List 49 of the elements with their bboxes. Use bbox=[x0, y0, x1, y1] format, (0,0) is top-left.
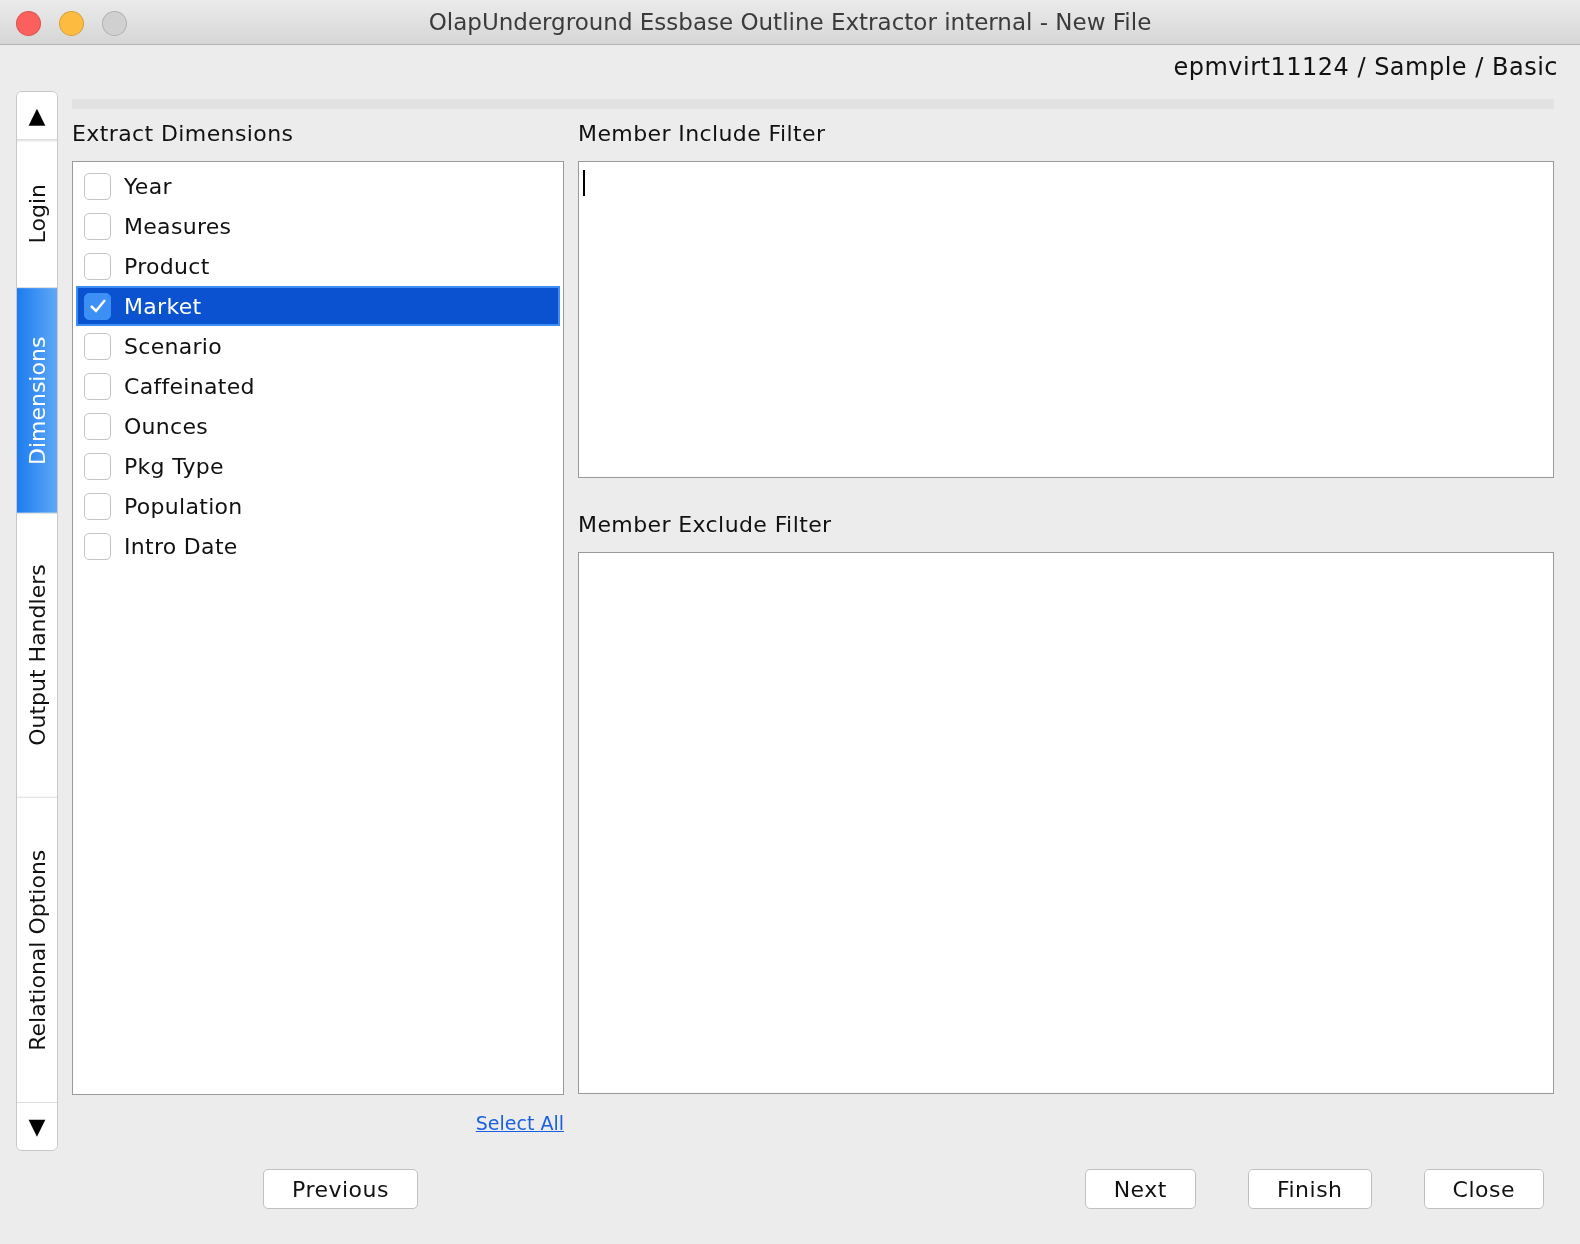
dimension-item[interactable]: Intro Date bbox=[76, 526, 560, 566]
minimize-window-icon[interactable] bbox=[59, 11, 84, 36]
dimension-item[interactable]: Measures bbox=[76, 206, 560, 246]
footer-button[interactable]: Previous bbox=[263, 1169, 418, 1209]
section-heading: Member Exclude Filter bbox=[578, 512, 833, 539]
checkbox[interactable] bbox=[84, 452, 111, 480]
section-heading: Extract Dimensions bbox=[72, 121, 295, 148]
scroll-up-button[interactable]: ▲ bbox=[17, 92, 57, 140]
text-cursor bbox=[583, 170, 585, 196]
dimension-item[interactable]: Pkg Type bbox=[76, 446, 560, 486]
checkbox[interactable] bbox=[84, 412, 111, 440]
window-title: OlapUnderground Essbase Outline Extractor internal - New File bbox=[427, 9, 1153, 35]
dimension-item[interactable]: Year bbox=[76, 166, 560, 206]
dimension-item[interactable]: Population bbox=[76, 486, 560, 526]
dimension-label: Pkg Type bbox=[124, 453, 224, 479]
dimension-label: Market bbox=[124, 293, 202, 319]
checkbox[interactable] bbox=[84, 172, 111, 200]
dimension-item[interactable]: Caffeinated bbox=[76, 366, 560, 406]
checkbox[interactable] bbox=[84, 492, 111, 520]
scroll-down-button[interactable]: ▼ bbox=[17, 1102, 57, 1150]
select-all-link[interactable]: Select All bbox=[475, 1112, 564, 1134]
checkbox[interactable] bbox=[84, 532, 111, 560]
footer-button[interactable]: Finish bbox=[1247, 1169, 1372, 1209]
checkbox[interactable] bbox=[84, 372, 111, 400]
dimension-label: Ounces bbox=[124, 413, 209, 439]
dimension-label: Scenario bbox=[124, 333, 223, 359]
section-heading: Member Include Filter bbox=[578, 121, 827, 148]
footer-button[interactable]: Close bbox=[1423, 1169, 1544, 1209]
exclude-filter-field[interactable] bbox=[578, 552, 1554, 1094]
checkbox[interactable] bbox=[84, 332, 111, 360]
dimension-item[interactable]: Market bbox=[76, 286, 560, 326]
dimension-label: Measures bbox=[124, 213, 232, 239]
dimension-label: Intro Date bbox=[124, 533, 238, 559]
checkbox[interactable] bbox=[84, 212, 111, 240]
dimension-item[interactable]: Scenario bbox=[76, 326, 560, 366]
dimension-label: Product bbox=[124, 253, 210, 279]
checkbox[interactable] bbox=[84, 252, 111, 280]
dimension-item[interactable]: Ounces bbox=[76, 406, 560, 446]
dimension-label: Year bbox=[124, 173, 172, 199]
include-filter-field[interactable] bbox=[578, 161, 1554, 478]
checkmark-icon bbox=[88, 298, 107, 314]
dimension-label: Caffeinated bbox=[124, 373, 255, 399]
footer-button[interactable]: Next bbox=[1084, 1169, 1196, 1209]
zoom-window-icon[interactable] bbox=[102, 11, 127, 36]
checkbox[interactable] bbox=[84, 292, 111, 320]
close-window-icon[interactable] bbox=[16, 11, 41, 36]
dimension-item[interactable]: Product bbox=[76, 246, 560, 286]
connection-label: epmvirt11124 / Sample / Basic bbox=[1173, 53, 1558, 81]
dimension-label: Population bbox=[124, 493, 243, 519]
